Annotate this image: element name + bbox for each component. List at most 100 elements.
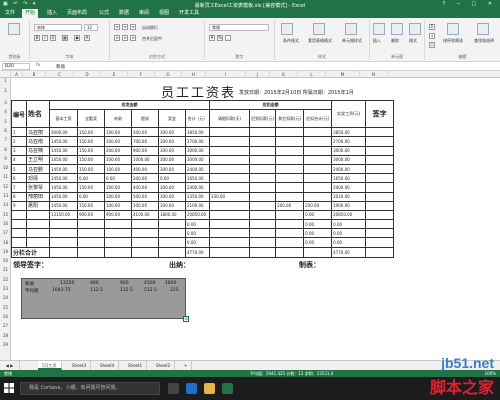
table-cell[interactable]: 100.00	[131, 200, 160, 211]
table-cell[interactable]	[275, 219, 305, 230]
table-cell[interactable]: 300.00	[158, 154, 187, 165]
sign-cell[interactable]	[365, 228, 395, 239]
table-cell[interactable]: 300.00	[158, 127, 187, 138]
table-cell[interactable]: 200.00	[104, 145, 133, 156]
table-cell[interactable]: 300.00	[158, 191, 187, 202]
header-total[interactable]: 合计（元）	[185, 109, 211, 129]
table-cell[interactable]	[11, 209, 28, 221]
row-header[interactable]: 9	[0, 156, 11, 161]
table-cell[interactable]: 100.00	[104, 182, 133, 193]
row-header[interactable]: 2	[0, 88, 11, 93]
table-cell[interactable]	[209, 154, 251, 165]
format-button[interactable]: 格式	[409, 38, 417, 44]
column-header[interactable]: G	[155, 71, 182, 78]
table-cell[interactable]: 3850.00	[331, 127, 367, 138]
help-icon[interactable]: ?	[443, 1, 451, 7]
table-cell[interactable]	[303, 182, 333, 193]
table-cell[interactable]: 2	[11, 136, 28, 147]
table-cell[interactable]	[275, 136, 305, 147]
table-cell[interactable]: 700.00	[131, 136, 160, 147]
table-cell[interactable]	[275, 163, 305, 175]
table-cell[interactable]	[303, 145, 333, 156]
table-cell[interactable]: 100.00	[104, 136, 133, 147]
table-cell[interactable]: 100.00	[104, 163, 133, 175]
table-cell[interactable]	[209, 127, 251, 138]
italic-icon[interactable]: I	[42, 35, 48, 41]
column-header[interactable]: A	[11, 71, 23, 78]
table-cell[interactable]	[77, 228, 106, 239]
table-cell[interactable]: 300.00	[158, 136, 187, 147]
table-cell[interactable]: 200.00	[275, 200, 305, 211]
table-cell[interactable]	[11, 228, 28, 239]
table-cell[interactable]	[209, 246, 251, 258]
table-cell[interactable]	[209, 145, 251, 156]
table-cell[interactable]	[249, 154, 277, 165]
table-cell[interactable]: 100.00	[104, 154, 133, 165]
table-cell[interactable]: 1450.00	[49, 154, 79, 165]
quick-analysis-icon[interactable]: ⊞	[183, 316, 189, 322]
row-header[interactable]: 27	[0, 323, 11, 328]
table-cell[interactable]	[49, 228, 79, 239]
header-base[interactable]: 基本工资	[49, 109, 79, 129]
table-cell[interactable]: 300.00	[131, 127, 160, 138]
table-cell[interactable]: 1800.00	[158, 209, 187, 221]
table-cell[interactable]: 3	[11, 145, 28, 156]
task-view-icon[interactable]	[168, 383, 179, 394]
table-cell[interactable]	[209, 237, 251, 248]
table-cell[interactable]: 1650.00	[185, 173, 211, 184]
table-cell[interactable]	[249, 191, 277, 202]
table-cell[interactable]	[365, 246, 395, 258]
table-cell[interactable]: 0.00	[185, 228, 211, 239]
table-cell[interactable]: 100.00	[104, 200, 133, 211]
column-header[interactable]: J	[246, 71, 270, 78]
subtotal-label[interactable]: 分栏合计	[11, 246, 51, 258]
row-header[interactable]: 11	[0, 174, 11, 179]
table-cell[interactable]: 1900.00	[331, 200, 367, 211]
table-cell[interactable]	[303, 154, 333, 165]
tab-file[interactable]: 文件	[2, 9, 18, 18]
table-cell[interactable]	[131, 237, 160, 248]
align-left-icon[interactable]: ≡	[114, 35, 120, 41]
table-cell[interactable]: 0.00	[158, 173, 187, 184]
table-cell[interactable]	[209, 200, 251, 211]
header-sign[interactable]: 签字	[365, 99, 395, 129]
sheet-tab[interactable]: Sheet3	[68, 361, 92, 370]
table-cell[interactable]: 20850.00	[185, 209, 211, 221]
header-other[interactable]: 其它扣款(元)	[275, 109, 305, 129]
table-cell[interactable]: 2100.00	[185, 200, 211, 211]
table-cell[interactable]: 150.00	[77, 145, 106, 156]
tab-formulas[interactable]: 公式	[96, 9, 112, 18]
sign-cell[interactable]	[365, 154, 395, 165]
table-cell[interactable]: 300.00	[158, 182, 187, 193]
column-header[interactable]: I	[206, 71, 246, 78]
cortana-search[interactable]: 我是 Cortana，小娜。有问题尽管问我。	[20, 382, 160, 395]
table-cell[interactable]: 150.00	[77, 127, 106, 138]
tab-home[interactable]: 开始	[22, 9, 39, 18]
table-cell[interactable]: 2350.00	[185, 191, 211, 202]
selected-range[interactable]: 和值 13150 900 900 4100 1800 平均值 1643.75 1…	[21, 278, 186, 319]
table-cell[interactable]: 2700.00	[331, 136, 367, 147]
table-cell[interactable]	[104, 246, 133, 258]
table-cell[interactable]: 1450.00	[49, 173, 79, 184]
table-cell[interactable]	[275, 246, 305, 258]
table-cell[interactable]	[249, 127, 277, 138]
table-cell[interactable]	[275, 237, 305, 248]
table-cell[interactable]: 马亚丽	[26, 127, 51, 138]
table-cell[interactable]	[77, 246, 106, 258]
table-cell[interactable]	[275, 191, 305, 202]
table-cell[interactable]: 马亚楠	[26, 145, 51, 156]
table-cell[interactable]	[131, 219, 160, 230]
row-header[interactable]: 25	[0, 305, 11, 310]
table-cell[interactable]: 4100.00	[131, 209, 160, 221]
number-format-select[interactable]: 常规	[209, 24, 269, 31]
table-cell[interactable]: 7	[11, 182, 28, 193]
row-header[interactable]: 1	[0, 78, 11, 83]
sheet-tab[interactable]: Sheet2	[152, 361, 176, 370]
table-cell[interactable]	[275, 209, 305, 221]
table-cell[interactable]: 400.00	[131, 182, 160, 193]
table-cell[interactable]: 0.00	[185, 237, 211, 248]
add-sheet-button[interactable]: +	[180, 361, 193, 370]
explorer-icon[interactable]	[204, 383, 215, 394]
table-cell[interactable]: 0.00	[77, 191, 106, 202]
paste-icon[interactable]	[8, 23, 20, 35]
